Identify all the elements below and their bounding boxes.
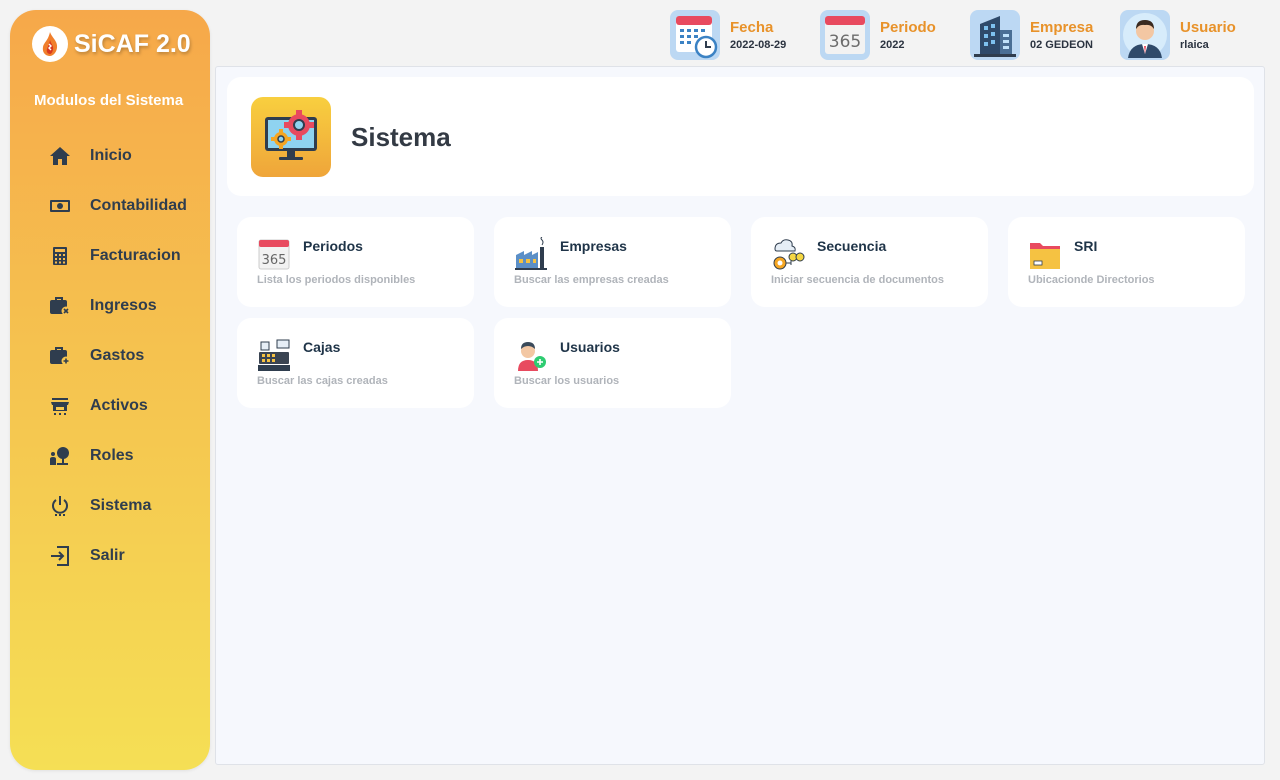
page-header-card: Sistema — [227, 77, 1254, 196]
app-title: SiCAF 2.0 — [74, 29, 191, 58]
card-description: Buscar las cajas creadas — [257, 375, 388, 387]
card-sri[interactable]: SRI Ubicacionde Directorios — [1008, 217, 1245, 307]
sidebar-item-label: Contabilidad — [90, 197, 187, 214]
card-periodos[interactable]: 365 Periodos Lista los periodos disponib… — [237, 217, 474, 307]
card-title: Periodos — [303, 238, 363, 254]
sidebar-item-label: Gastos — [90, 347, 145, 364]
sequence-icon — [771, 237, 805, 271]
calendar-365-icon: 365 — [257, 237, 291, 271]
calculator-icon — [48, 244, 72, 268]
sidebar-item-roles[interactable]: Roles — [48, 431, 187, 481]
empresa-value: 02 GEDEON — [1030, 39, 1093, 51]
sidebar-item-label: Salir — [90, 547, 125, 564]
header-usuario[interactable]: Usuario rlaica — [1120, 10, 1236, 60]
sidebar-item-gastos[interactable]: Gastos — [48, 331, 187, 381]
monitor-gears-icon — [251, 97, 331, 177]
store-icon — [48, 394, 72, 418]
svg-text:365: 365 — [829, 32, 861, 52]
sidebar-item-label: Inicio — [90, 147, 132, 164]
card-description: Buscar los usuarios — [514, 375, 620, 387]
usuario-value: rlaica — [1180, 39, 1209, 51]
page-title: Sistema — [351, 122, 451, 152]
sidebar-item-inicio[interactable]: Inicio — [48, 131, 187, 181]
person-tree-icon — [48, 444, 72, 468]
card-cajas[interactable]: Cajas Buscar las cajas creadas — [237, 318, 474, 408]
card-usuarios[interactable]: Usuarios Buscar los usuarios — [494, 318, 731, 408]
sidebar-item-sistema[interactable]: Sistema — [48, 481, 187, 531]
main-panel: Sistema 365 Periodos Lista los periodos … — [215, 66, 1265, 765]
card-description: Buscar las empresas creadas — [514, 274, 669, 286]
periodo-value: 2022 — [880, 39, 905, 51]
header-fecha: Fecha 2022-08-29 — [670, 10, 786, 60]
sidebar: SiCAF 2.0 Modulos del Sistema Inicio Con… — [10, 10, 210, 770]
sidebar-item-activos[interactable]: Activos — [48, 381, 187, 431]
folder-icon — [1028, 237, 1062, 271]
card-description: Ubicacionde Directorios — [1028, 274, 1155, 286]
sidebar-item-facturacion[interactable]: Facturacion — [48, 231, 187, 281]
briefcase-x-icon — [48, 294, 72, 318]
usuario-label: Usuario — [1180, 19, 1236, 36]
brand[interactable]: SiCAF 2.0 — [32, 26, 191, 62]
modules-title: Modulos del Sistema — [34, 92, 184, 109]
card-title: Empresas — [560, 238, 627, 254]
sidebar-item-label: Ingresos — [90, 297, 157, 314]
exit-icon — [48, 544, 72, 568]
card-title: Usuarios — [560, 339, 620, 355]
fecha-value: 2022-08-29 — [730, 39, 787, 51]
card-empresas[interactable]: Empresas Buscar las empresas creadas — [494, 217, 731, 307]
calendar-clock-icon — [670, 10, 720, 60]
calendar-365-icon: 365 — [820, 10, 870, 60]
card-title: Cajas — [303, 339, 341, 355]
card-description: Iniciar secuencia de documentos — [771, 274, 945, 286]
cash-register-icon — [257, 338, 291, 372]
sidebar-item-salir[interactable]: Salir — [48, 531, 187, 581]
card-title: Secuencia — [817, 238, 887, 254]
header-empresa: Empresa 02 GEDEON — [970, 10, 1093, 60]
sidebar-menu: Inicio Contabilidad Facturacion Ingresos… — [48, 131, 187, 581]
sidebar-item-contabilidad[interactable]: Contabilidad — [48, 181, 187, 231]
user-add-icon — [514, 338, 548, 372]
periodo-label: Periodo — [880, 19, 936, 36]
card-description: Lista los periodos disponibles — [257, 274, 416, 286]
empresa-label: Empresa — [1030, 19, 1094, 36]
home-icon — [48, 144, 72, 168]
briefcase-plus-icon — [48, 344, 72, 368]
sidebar-item-label: Roles — [90, 447, 134, 464]
money-icon — [48, 194, 72, 218]
sidebar-item-label: Facturacion — [90, 247, 181, 264]
header-periodo: 365 Periodo 2022 — [820, 10, 936, 60]
sidebar-item-label: Sistema — [90, 497, 152, 514]
svg-text:365: 365 — [262, 253, 287, 268]
fecha-label: Fecha — [730, 19, 774, 36]
factory-icon — [514, 236, 548, 271]
power-icon — [48, 494, 72, 518]
building-icon — [970, 10, 1020, 60]
user-avatar-icon — [1120, 10, 1170, 60]
flame-logo-icon — [32, 26, 68, 62]
card-secuencia[interactable]: Secuencia Iniciar secuencia de documento… — [751, 217, 988, 307]
sidebar-item-label: Activos — [90, 397, 148, 414]
card-title: SRI — [1074, 238, 1098, 254]
sidebar-item-ingresos[interactable]: Ingresos — [48, 281, 187, 331]
